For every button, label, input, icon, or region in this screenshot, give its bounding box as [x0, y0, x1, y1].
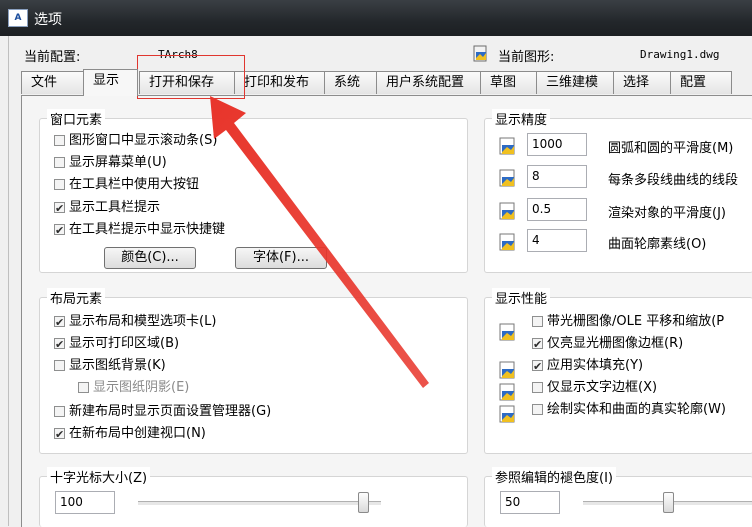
tab-display[interactable]: 显示: [83, 69, 138, 96]
red-arrow: [210, 96, 429, 388]
